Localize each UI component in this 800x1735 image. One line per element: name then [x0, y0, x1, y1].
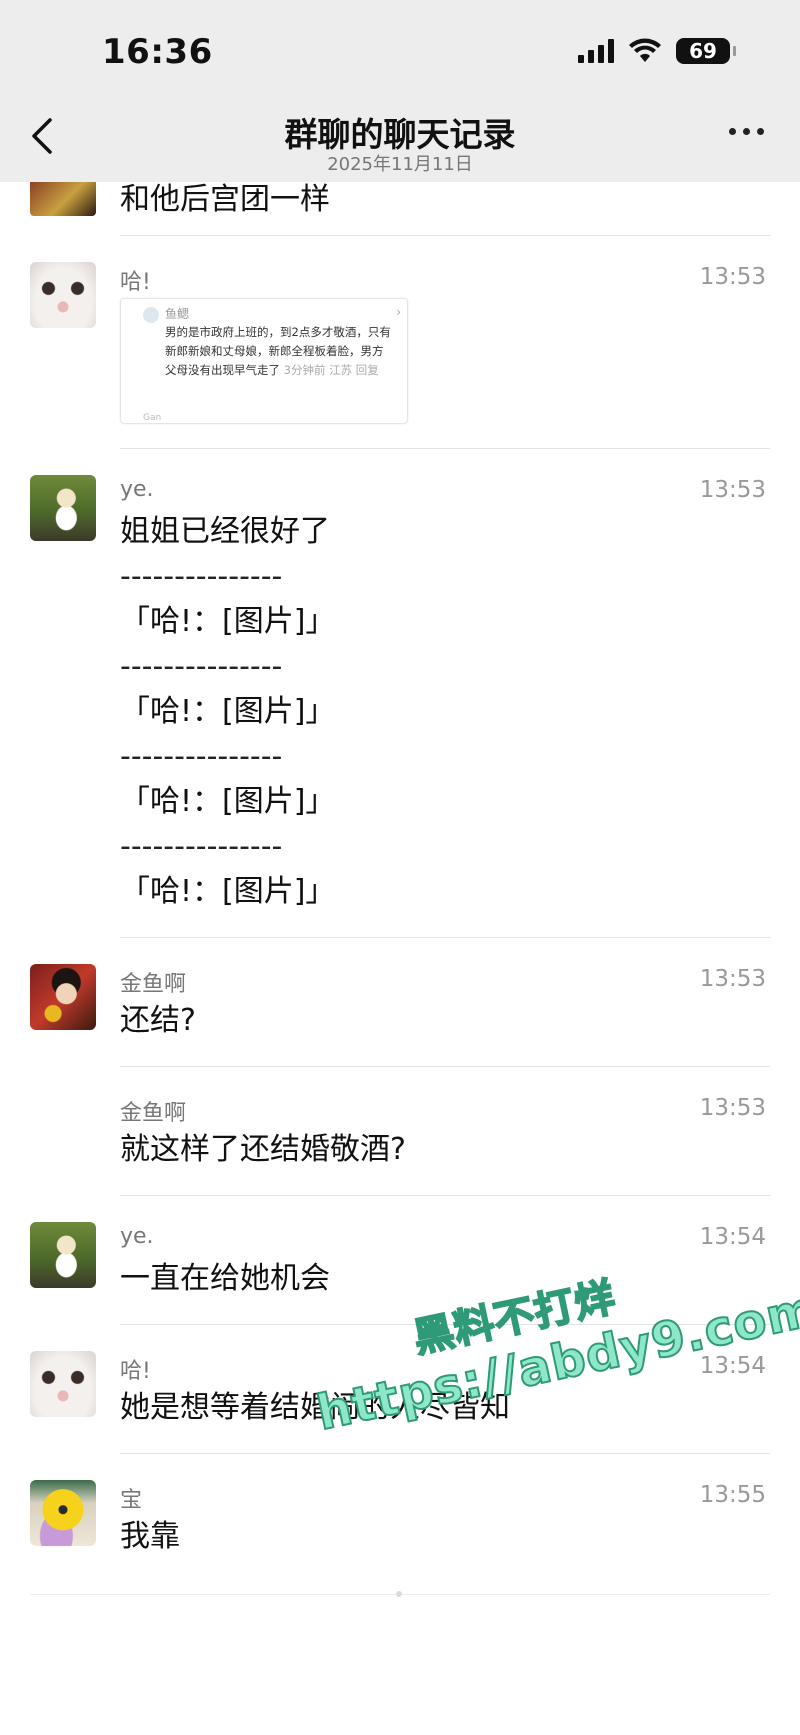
avatar[interactable]: [30, 1222, 96, 1288]
more-icon: ›: [396, 305, 401, 319]
list-item[interactable]: 金鱼啊 13:53 就这样了还结婚敬酒?: [0, 1067, 800, 1195]
sender-name: 宝: [120, 1488, 143, 1513]
message-time: 13:55: [699, 1482, 766, 1508]
status-icons: 69: [578, 38, 736, 64]
comment-author: 鱼鳃: [165, 307, 190, 321]
list-item[interactable]: 哈! 13:54 她是想等着结婚闹的人尽皆知: [0, 1325, 800, 1453]
list-item[interactable]: ye. 13:53 姐姐已经很好了 --------------- 「哈!：[图…: [0, 449, 800, 937]
message-text: 还结?: [120, 1003, 196, 1038]
signal-icon: [578, 39, 614, 63]
dot: [757, 128, 764, 135]
navigation-header: 16:36 69 群聊的聊天记录 2025年11月11日: [0, 0, 800, 182]
page-title: 群聊的聊天记录: [284, 115, 516, 154]
separator-line: ---------------: [120, 559, 283, 594]
message-time: 13:53: [699, 966, 766, 992]
separator-line: ---------------: [120, 739, 283, 774]
message-text: 她是想等着结婚闹的人尽皆知: [120, 1390, 510, 1425]
list-item[interactable]: 宝 13:55 我靠: [0, 1454, 800, 1582]
comment-meta: 3分钟前 江苏 回复: [283, 363, 379, 377]
avatar[interactable]: [30, 1480, 96, 1546]
message-text: 我靠: [120, 1519, 180, 1554]
avatar[interactable]: [30, 475, 96, 541]
sender-name: ye.: [120, 1224, 154, 1249]
battery-icon: 69: [676, 38, 736, 64]
list-item[interactable]: ye. 13:54 一直在给她机会: [0, 1196, 800, 1324]
dot: [743, 128, 750, 135]
sender-name: 金鱼啊: [120, 972, 187, 997]
wifi-icon: [629, 38, 661, 62]
message-text: 一直在给她机会: [120, 1261, 330, 1296]
avatar[interactable]: [30, 262, 96, 328]
avatar: [143, 307, 159, 323]
message-time: 13:54: [699, 1353, 766, 1379]
message-time: 13:53: [699, 264, 766, 290]
dot: [729, 128, 736, 135]
message-text: 就这样了还结婚敬酒?: [120, 1132, 406, 1167]
avatar[interactable]: [30, 964, 96, 1030]
quoted-line: 「哈!：[图片]」: [120, 694, 336, 729]
quoted-line: 「哈!：[图片]」: [120, 874, 336, 909]
quoted-line: 「哈!：[图片]」: [120, 784, 336, 819]
message-time: 13:53: [699, 477, 766, 503]
more-options-button[interactable]: [729, 128, 764, 135]
message-time: 13:53: [699, 1095, 766, 1121]
separator-line: ---------------: [120, 829, 283, 864]
sender-name: 金鱼啊: [120, 1101, 187, 1126]
message-time: 13:54: [699, 1224, 766, 1250]
sender-name: 哈!: [120, 1359, 151, 1384]
separator-line: ---------------: [120, 649, 283, 684]
comment-text: 男的是市政府上班的，到2点多才敬酒，只有新郎新娘和丈母娘，新郎全程板着脸，男方父…: [165, 323, 391, 380]
avatar[interactable]: [30, 1351, 96, 1417]
list-item[interactable]: 金鱼啊 13:53 还结?: [0, 938, 800, 1066]
message-text: 姐姐已经很好了: [120, 514, 330, 549]
sender-name: 哈!: [120, 270, 151, 295]
quoted-line: 「哈!：[图片]」: [120, 604, 336, 639]
status-time: 16:36: [102, 32, 213, 72]
scroll-indicator: [396, 1591, 402, 1597]
image-message[interactable]: 鱼鳃 › 男的是市政府上班的，到2点多才敬酒，只有新郎新娘和丈母娘，新郎全程板着…: [120, 298, 408, 424]
sender-name: ye.: [120, 477, 154, 502]
page-subtitle: 2025年11月11日: [327, 154, 473, 175]
comment-author-next: Gan: [143, 413, 162, 423]
